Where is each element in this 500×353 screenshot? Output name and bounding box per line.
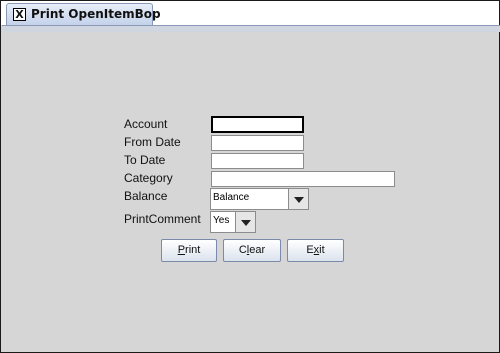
- print-button[interactable]: Print: [161, 239, 217, 262]
- print-mnemonic: P: [177, 244, 186, 256]
- tab-title: Print OpenItemBop: [31, 7, 161, 21]
- chevron-down-icon[interactable]: [288, 189, 308, 209]
- tab-strip: X Print OpenItemBop: [1, 1, 499, 25]
- window-frame: X Print OpenItemBop Account From Date To…: [0, 0, 500, 353]
- clear-button[interactable]: Clear: [223, 239, 281, 262]
- balance-selected-value: Balance: [213, 192, 250, 203]
- close-icon[interactable]: X: [13, 8, 26, 21]
- print-comment-select[interactable]: Yes: [210, 211, 256, 233]
- from-date-input[interactable]: [211, 135, 304, 151]
- to-date-label: To Date: [124, 153, 166, 167]
- account-input[interactable]: [211, 116, 304, 133]
- balance-label: Balance: [124, 189, 168, 203]
- balance-select[interactable]: Balance: [210, 188, 309, 210]
- print-label-rest: rint: [185, 244, 201, 256]
- category-label: Category: [124, 171, 173, 185]
- from-date-label: From Date: [124, 135, 181, 149]
- clear-label-pre: C: [238, 244, 247, 256]
- category-input[interactable]: [211, 171, 395, 187]
- exit-label-rest: it: [319, 244, 325, 256]
- to-date-input[interactable]: [211, 153, 304, 169]
- tab-print-openitembop[interactable]: X Print OpenItemBop: [6, 3, 161, 25]
- clear-label-rest: ear: [249, 244, 266, 256]
- print-comment-selected-value: Yes: [213, 215, 230, 226]
- print-comment-label: PrintComment: [124, 212, 201, 226]
- chevron-down-icon[interactable]: [235, 212, 255, 232]
- account-label: Account: [124, 117, 168, 131]
- exit-label-pre: E: [306, 244, 314, 256]
- tab-content-shade: [2, 26, 500, 32]
- exit-button[interactable]: Exit: [287, 239, 344, 262]
